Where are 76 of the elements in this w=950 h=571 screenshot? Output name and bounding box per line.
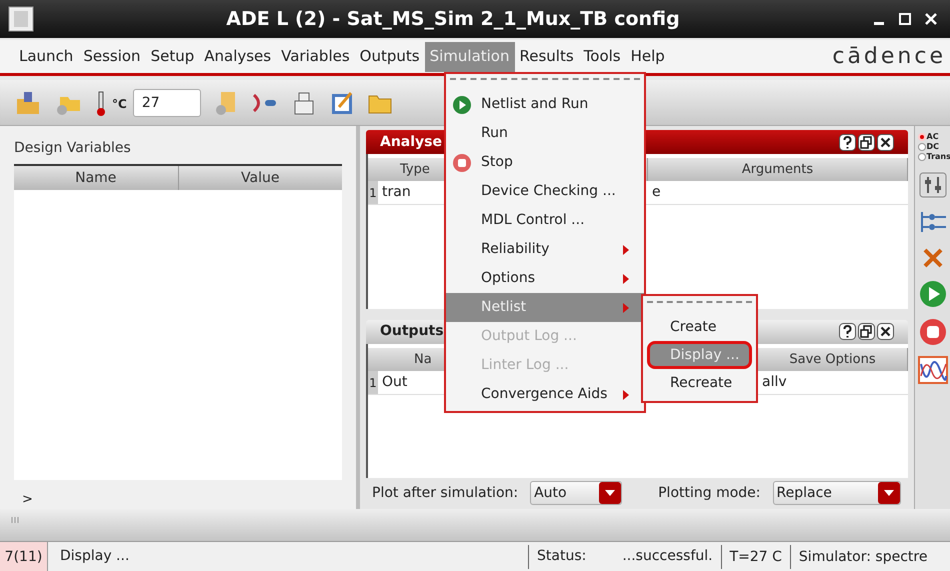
app-icon <box>8 6 34 32</box>
menu-item[interactable]: Session <box>78 42 146 72</box>
prompt-symbol: > <box>21 490 34 508</box>
radio-button[interactable] <box>918 143 926 151</box>
line-indicator: 7(11) <box>0 542 48 571</box>
field-label: Plotting mode: <box>658 484 761 503</box>
column-header[interactable]: Save Options <box>789 348 876 370</box>
status-message: Display ... <box>59 547 130 566</box>
menu-item[interactable]: Recreate <box>647 369 752 397</box>
table-cell-text: Out <box>382 372 408 392</box>
table-cell-text: e <box>652 183 661 202</box>
help-icon[interactable] <box>839 323 856 340</box>
menu-item[interactable]: Create <box>647 313 752 341</box>
menu-item[interactable]: Stop <box>446 148 644 177</box>
menu-item[interactable]: Convergence Aids <box>446 380 644 409</box>
delete-icon[interactable] <box>920 246 944 270</box>
brand-logo: cādence <box>832 43 947 71</box>
unit-label: °C <box>112 96 127 112</box>
menu-item[interactable]: Netlist and Run <box>446 90 644 119</box>
column-header[interactable]: Value <box>178 166 342 190</box>
stop-icon <box>452 152 472 172</box>
run-icon[interactable] <box>918 280 946 308</box>
menu-item[interactable]: Help <box>626 42 670 72</box>
arrow-icon <box>622 244 630 256</box>
arrow-icon <box>622 388 630 400</box>
menu-item[interactable]: Outputs <box>354 42 425 72</box>
maximize-icon[interactable] <box>898 12 912 26</box>
close-icon[interactable] <box>877 323 894 340</box>
menu-item[interactable]: Launch <box>14 42 78 72</box>
column-header[interactable]: Arguments <box>742 158 814 181</box>
grip-icon[interactable] <box>10 515 20 525</box>
close-icon[interactable] <box>877 134 894 150</box>
arrow-icon <box>622 272 630 284</box>
menu-item[interactable]: Reliability <box>446 235 644 264</box>
menu-item[interactable]: Variables <box>276 42 355 72</box>
waveform-icon[interactable] <box>918 356 948 384</box>
panel-title: Outputs <box>380 322 444 341</box>
row-number: 1 <box>368 181 378 204</box>
help-icon[interactable] <box>839 134 856 150</box>
dropdown[interactable]: Replace <box>772 481 901 506</box>
table-cell-text: tran <box>382 183 411 202</box>
menu-item[interactable]: Options <box>446 264 644 293</box>
table-cell-text: allv <box>762 372 787 392</box>
simulator-text: Simulator: spectre <box>790 544 936 568</box>
panel-title: Design Variables <box>14 139 132 158</box>
arrow-icon <box>622 302 630 314</box>
float-icon[interactable] <box>858 134 875 150</box>
tuning-icon[interactable] <box>918 172 946 198</box>
column-header[interactable]: Type <box>400 158 430 181</box>
menu-item[interactable]: Run <box>446 119 644 148</box>
window-title: ADE L (2) - Sat_MS_Sim 2_1_Mux_TB config <box>225 6 681 32</box>
radio-button[interactable] <box>918 153 926 161</box>
menu-item[interactable]: MDL Control ... <box>446 206 644 235</box>
row-number: 1 <box>368 370 378 394</box>
status-label: Status: <box>537 547 586 566</box>
field-label: Plot after simulation: <box>372 484 518 503</box>
caret-icon[interactable] <box>878 482 900 504</box>
caret-icon[interactable] <box>599 482 622 504</box>
status-text: ...successful. <box>622 547 713 566</box>
radio-label: AC <box>926 132 939 142</box>
menu-item[interactable]: Device Checking ... <box>446 177 644 206</box>
stop-icon[interactable] <box>918 318 946 346</box>
temperature-field[interactable]: 27 <box>132 88 201 116</box>
radio-label: DC <box>926 142 940 152</box>
menu-item[interactable]: Results <box>514 42 579 72</box>
panel-title: Analyse <box>380 132 442 152</box>
dropdown[interactable]: Auto <box>530 481 622 506</box>
menu-item[interactable]: Analyses <box>199 42 276 72</box>
menu-item[interactable]: Setup <box>146 42 200 72</box>
column-header[interactable]: Na <box>414 348 432 370</box>
menu-item[interactable]: Tools <box>578 42 626 72</box>
float-icon[interactable] <box>858 323 875 340</box>
column-header[interactable]: Name <box>14 166 178 190</box>
run-icon <box>452 94 472 114</box>
temperature-text: T=27 C <box>720 544 790 568</box>
thermometer-icon <box>94 88 108 116</box>
